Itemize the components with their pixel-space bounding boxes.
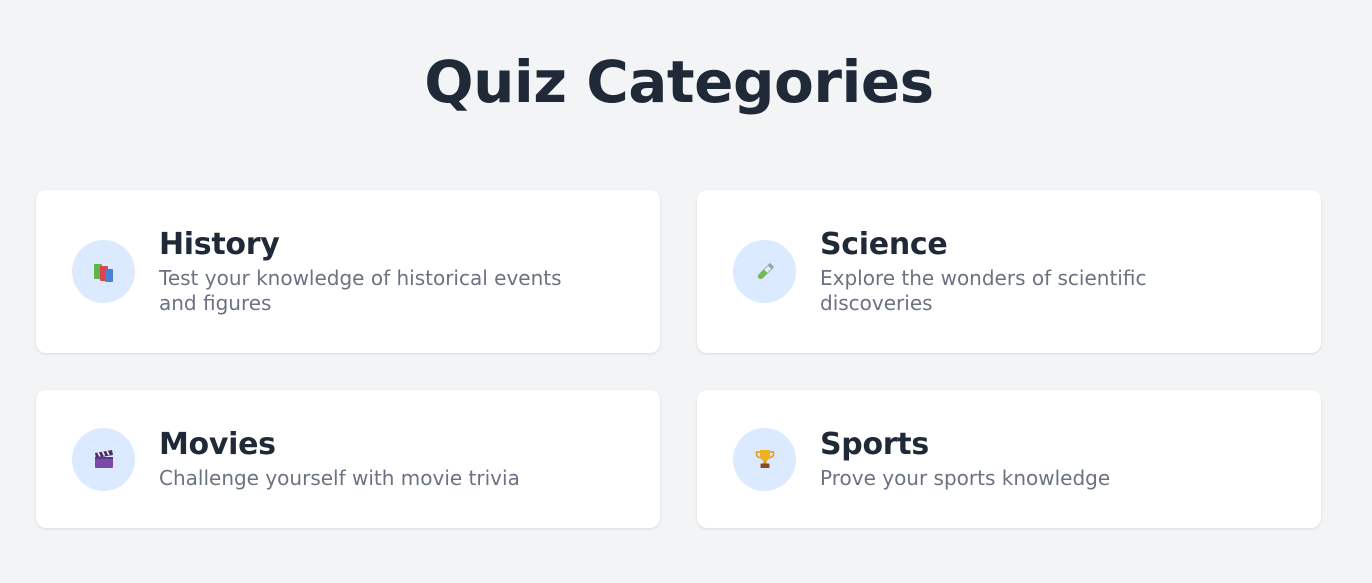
category-description: Challenge yourself with movie trivia bbox=[159, 465, 520, 490]
category-icon-circle bbox=[72, 240, 135, 303]
category-grid: History Test your knowledge of historica… bbox=[36, 190, 1321, 528]
category-description: Test your knowledge of historical events… bbox=[159, 265, 562, 315]
category-title: Sports bbox=[820, 426, 929, 462]
quiz-categories-page: Quiz Categories History Test your knowle… bbox=[0, 0, 1372, 583]
category-title: Movies bbox=[159, 426, 276, 462]
books-icon bbox=[93, 261, 115, 283]
category-card-sports[interactable]: Sports Prove your sports knowledge bbox=[697, 390, 1321, 528]
category-text: Movies Challenge yourself with movie tri… bbox=[159, 426, 624, 491]
category-card-movies[interactable]: Movies Challenge yourself with movie tri… bbox=[36, 390, 660, 528]
page-title: Quiz Categories bbox=[424, 48, 934, 116]
category-text: Science Explore the wonders of scientifi… bbox=[820, 226, 1285, 316]
category-card-science[interactable]: Science Explore the wonders of scientifi… bbox=[697, 190, 1321, 353]
clapperboard-icon bbox=[93, 448, 115, 470]
category-description: Explore the wonders of scientific discov… bbox=[820, 265, 1147, 315]
category-text: History Test your knowledge of historica… bbox=[159, 226, 624, 316]
trophy-icon bbox=[754, 448, 776, 470]
category-icon-circle bbox=[72, 427, 135, 491]
category-description: Prove your sports knowledge bbox=[820, 465, 1111, 490]
category-text: Sports Prove your sports knowledge bbox=[820, 426, 1285, 491]
category-title: Science bbox=[820, 226, 948, 262]
test-tube-icon bbox=[754, 261, 776, 283]
category-title: History bbox=[159, 226, 280, 262]
category-icon-circle bbox=[733, 240, 796, 303]
category-icon-circle bbox=[733, 427, 796, 491]
category-card-history[interactable]: History Test your knowledge of historica… bbox=[36, 190, 660, 353]
